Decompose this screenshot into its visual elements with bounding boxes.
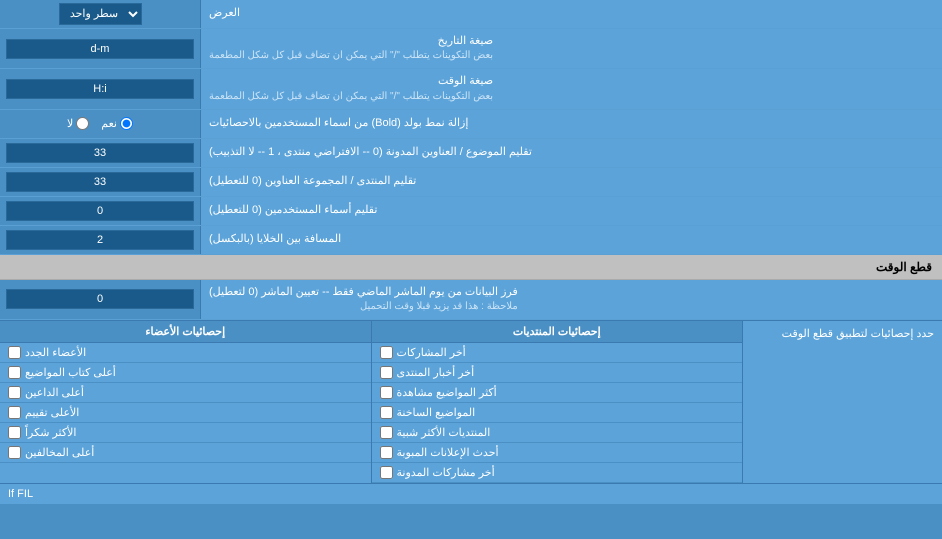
member-stats-column: إحصائيات الأعضاء الأعضاء الجدد أعلى كتاب… — [0, 321, 371, 483]
cb-blog-posts-input[interactable] — [380, 466, 393, 479]
username-length-label: تقليم أسماء المستخدمين (0 للتعطيل) — [200, 197, 942, 225]
topic-title-label: تقليم الموضوع / العناوين المدونة (0 -- ا… — [200, 139, 942, 167]
member-stats-header: إحصائيات الأعضاء — [0, 321, 371, 343]
topic-title-input-cell — [0, 139, 200, 167]
cb-most-viewed-input[interactable] — [380, 386, 393, 399]
cb-new-members: الأعضاء الجدد — [0, 343, 371, 363]
cb-classifieds: أحدث الإعلانات المبوبة — [372, 443, 743, 463]
date-format-label: صيغة التاريخ بعض التكوينات يتطلب "/" الت… — [200, 29, 942, 68]
cb-most-viewed: أكثر المواضيع مشاهدة — [372, 383, 743, 403]
radio-yes-label[interactable]: نعم — [101, 117, 133, 130]
limit-label-cell: حدد إحصائيات لتطبيق قطع الوقت — [742, 321, 942, 483]
username-length-input-cell — [0, 197, 200, 225]
cb-top-rated-input[interactable] — [8, 406, 21, 419]
date-format-row: صيغة التاريخ بعض التكوينات يتطلب "/" الت… — [0, 29, 942, 69]
if-fil-row: If FIL — [0, 483, 942, 504]
cell-spacing-input[interactable] — [6, 230, 194, 250]
cb-classifieds-input[interactable] — [380, 446, 393, 459]
cb-blog-posts: أخر مشاركات المدونة — [372, 463, 743, 483]
display-mode-select[interactable]: سطر واحد عدة أسطر — [59, 3, 142, 25]
cb-most-thanked-input[interactable] — [8, 426, 21, 439]
cb-top-inviters-input[interactable] — [8, 386, 21, 399]
cb-top-posters: أعلى كتاب المواضيع — [0, 363, 371, 383]
bold-remove-label: إزالة نمط بولد (Bold) من اسماء المستخدمي… — [200, 110, 942, 138]
display-mode-label: العرض — [200, 0, 942, 28]
cb-top-rated: الأعلى تقييم — [0, 403, 371, 423]
cb-last-posts-input[interactable] — [380, 346, 393, 359]
forum-stats-header: إحصائيات المنتديات — [372, 321, 743, 343]
cb-hot-topics: المواضيع الساخنة — [372, 403, 743, 423]
time-format-input[interactable] — [6, 79, 194, 99]
date-format-input-cell — [0, 29, 200, 68]
cb-forum-news-input[interactable] — [380, 366, 393, 379]
radio-no[interactable] — [76, 117, 89, 130]
radio-no-label[interactable]: لا — [67, 117, 89, 130]
forum-title-row: تقليم المنتدى / المجموعة العناوين (0 للت… — [0, 168, 942, 197]
username-length-input[interactable] — [6, 201, 194, 221]
cb-top-posters-input[interactable] — [8, 366, 21, 379]
cb-new-members-input[interactable] — [8, 346, 21, 359]
forum-stats-column: إحصائيات المنتديات أخر المشاركات أخر أخب… — [371, 321, 743, 483]
cell-spacing-label: المسافة بين الخلايا (بالبكسل) — [200, 226, 942, 254]
time-format-row: صيغة الوقت بعض التكوينات يتطلب "/" التي … — [0, 69, 942, 109]
cb-top-violators-input[interactable] — [8, 446, 21, 459]
cb-top-violators: أعلى المخالفين — [0, 443, 371, 463]
cutoff-input[interactable] — [6, 289, 194, 309]
main-container: العرض سطر واحد عدة أسطر صيغة التاريخ بعض… — [0, 0, 942, 504]
bold-remove-input-cell: نعم لا — [0, 110, 200, 138]
bold-remove-radio-group: نعم لا — [67, 117, 133, 130]
cutoff-input-cell — [0, 280, 200, 319]
topic-title-input[interactable] — [6, 143, 194, 163]
cutoff-row: فرز البيانات من يوم الماشر الماضي فقط --… — [0, 280, 942, 320]
username-length-row: تقليم أسماء المستخدمين (0 للتعطيل) — [0, 197, 942, 226]
cb-similar-forums-input[interactable] — [380, 426, 393, 439]
time-format-input-cell — [0, 69, 200, 108]
topic-title-row: تقليم الموضوع / العناوين المدونة (0 -- ا… — [0, 139, 942, 168]
date-format-input[interactable] — [6, 39, 194, 59]
checkboxes-section: حدد إحصائيات لتطبيق قطع الوقت إحصائيات ا… — [0, 320, 942, 483]
cb-hot-topics-input[interactable] — [380, 406, 393, 419]
time-format-label: صيغة الوقت بعض التكوينات يتطلب "/" التي … — [200, 69, 942, 108]
cb-similar-forums: المنتديات الأكثر شبية — [372, 423, 743, 443]
cell-spacing-row: المسافة بين الخلايا (بالبكسل) — [0, 226, 942, 255]
cb-forum-news: أخر أخبار المنتدى — [372, 363, 743, 383]
cutoff-label: فرز البيانات من يوم الماشر الماضي فقط --… — [200, 280, 942, 319]
cb-last-posts: أخر المشاركات — [372, 343, 743, 363]
cb-most-thanked: الأكثر شكراً — [0, 423, 371, 443]
bold-remove-row: إزالة نمط بولد (Bold) من اسماء المستخدمي… — [0, 110, 942, 139]
forum-title-input[interactable] — [6, 172, 194, 192]
display-mode-input-cell: سطر واحد عدة أسطر — [0, 0, 200, 28]
cell-spacing-input-cell — [0, 226, 200, 254]
radio-yes[interactable] — [120, 117, 133, 130]
cutoff-section-header: قطع الوقت — [0, 255, 942, 280]
display-mode-row: العرض سطر واحد عدة أسطر — [0, 0, 942, 29]
forum-title-input-cell — [0, 168, 200, 196]
forum-title-label: تقليم المنتدى / المجموعة العناوين (0 للت… — [200, 168, 942, 196]
cb-top-inviters: أعلى الداعين — [0, 383, 371, 403]
